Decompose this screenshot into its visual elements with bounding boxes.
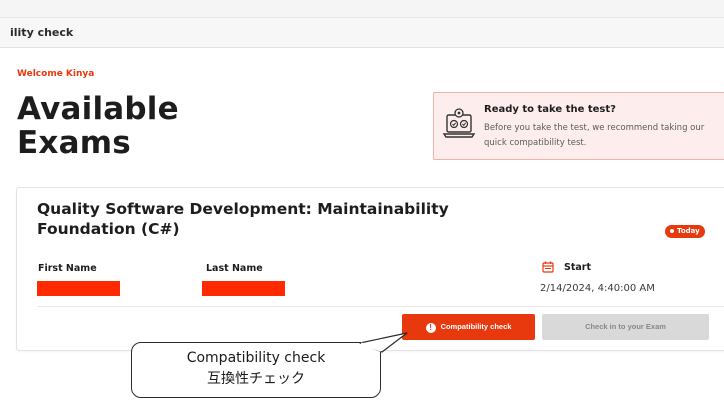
ready-title: Ready to take the test?: [484, 104, 616, 115]
first-name-redacted: [37, 281, 120, 296]
today-badge: Today: [665, 225, 705, 238]
exam-card: Quality Software Development: Maintainab…: [16, 187, 724, 351]
badge-label: Today: [677, 227, 700, 235]
dot-icon: [670, 229, 674, 233]
last-name-label: Last Name: [206, 263, 263, 274]
calendar-icon: [542, 261, 554, 273]
laptop-gear-icon: [442, 108, 476, 138]
compatibility-check-label: Compatibility check: [440, 322, 512, 331]
callout-box: Compatibility check 互換性チェック: [131, 342, 381, 398]
last-name-redacted: [202, 281, 285, 296]
start-label: Start: [564, 262, 592, 273]
compatibility-check-button[interactable]: ! Compatibility check: [402, 314, 535, 340]
start-value: 2/14/2024, 4:40:00 AM: [540, 283, 655, 294]
tab-title[interactable]: ility check: [10, 26, 73, 39]
info-icon: !: [425, 323, 436, 333]
ready-description: Before you take the test, we recommend t…: [484, 123, 705, 148]
tab-bar: ility check: [0, 18, 724, 48]
exam-title: Quality Software Development: Maintainab…: [37, 200, 449, 238]
ready-card: Ready to take the test? Before you take …: [433, 92, 724, 160]
welcome-text: Welcome Kinya: [17, 69, 95, 79]
check-in-button[interactable]: Check in to your Exam: [542, 314, 709, 340]
top-strip: [0, 0, 724, 18]
divider: [37, 306, 724, 307]
callout-line-english: Compatibility check: [186, 350, 326, 366]
first-name-label: First Name: [38, 263, 97, 274]
callout-line-japanese: 互換性チェック: [207, 371, 305, 387]
page-title: Available Exams: [17, 91, 179, 161]
